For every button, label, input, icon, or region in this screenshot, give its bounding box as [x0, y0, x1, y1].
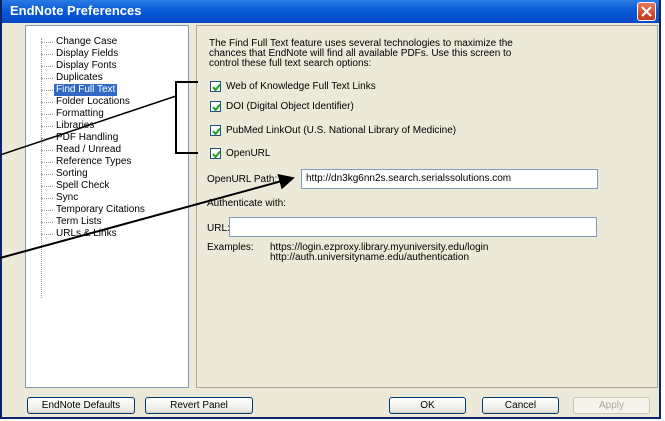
annotation-overlay: [0, 81, 295, 259]
annotation-arrow: [0, 173, 295, 259]
annotation-pointer-line: [0, 95, 177, 156]
checkbox-group-bracket: [175, 81, 198, 154]
